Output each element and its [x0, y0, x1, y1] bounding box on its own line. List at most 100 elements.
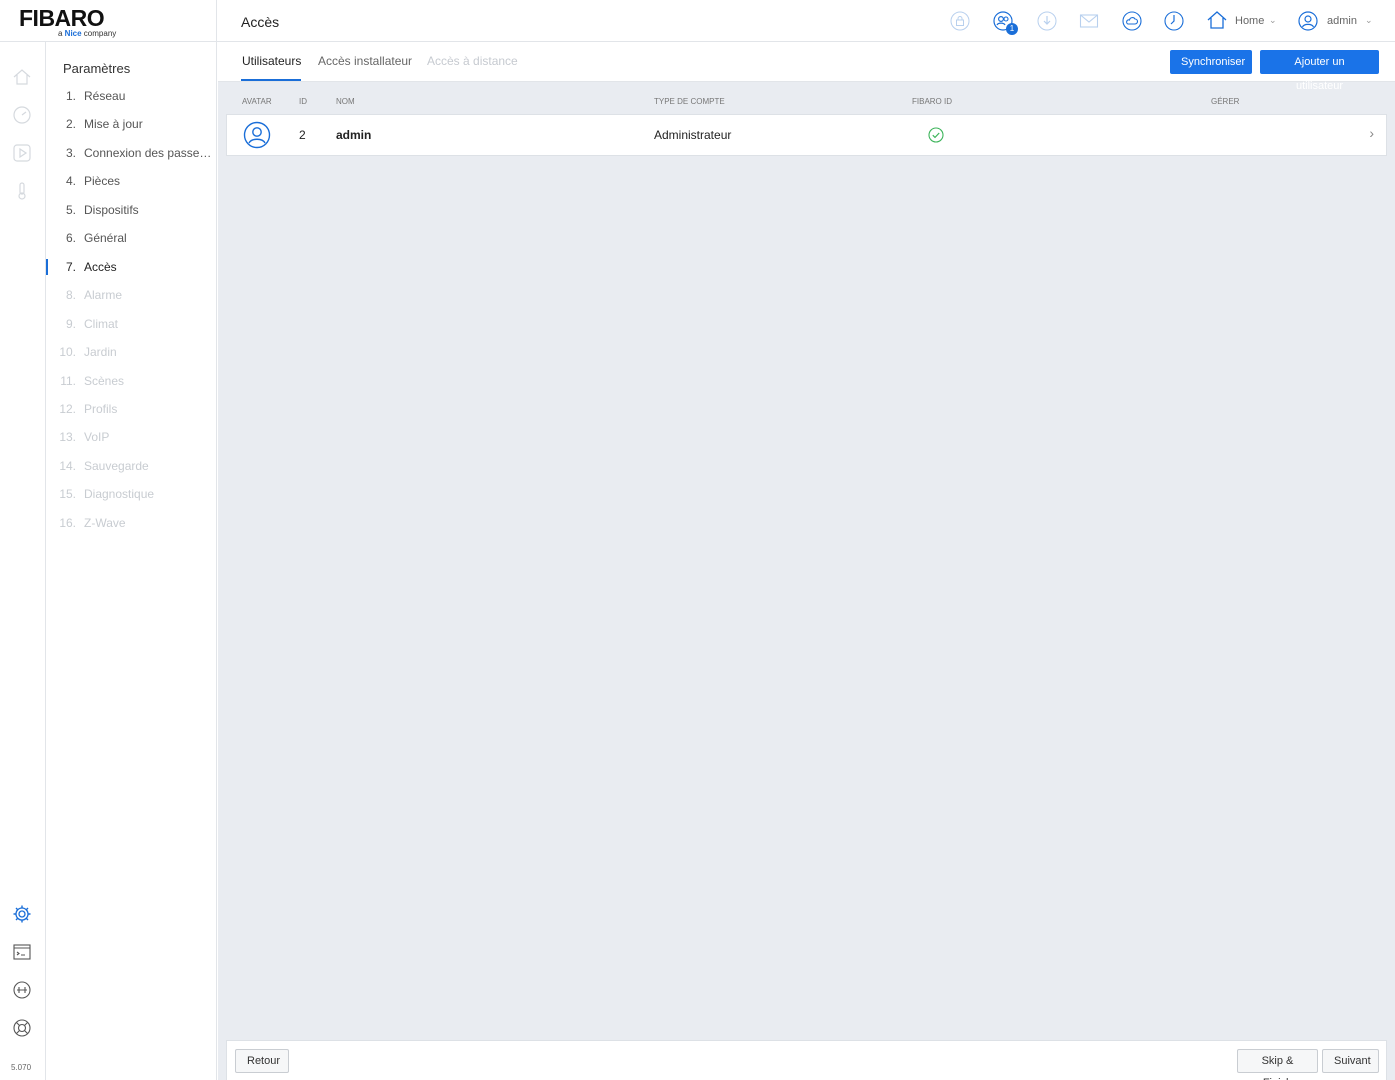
add-user-button[interactable]: Ajouter un utilisateur — [1260, 50, 1379, 92]
settings-nav-item: 9. Climat — [46, 314, 216, 334]
settings-nav-item[interactable]: 3. Connexion des passerelles — [46, 143, 216, 163]
support-lifebuoy-icon[interactable] — [12, 1018, 32, 1038]
top-icons: 1 Home ⌄ admin ⌄ — [217, 0, 1395, 42]
col-account-type: Type de compte — [654, 97, 725, 106]
settings-nav-item[interactable]: 5. Dispositifs — [46, 200, 216, 220]
version-label: 5.070 — [11, 1063, 32, 1072]
col-manage: Gérer — [1211, 97, 1240, 106]
col-name: Nom — [336, 97, 355, 106]
settings-nav-item[interactable]: 7. Accès — [46, 257, 216, 277]
col-id: ID — [299, 97, 307, 106]
col-fibaro-id: Fibaro ID — [912, 97, 953, 106]
settings-nav-item-label: Connexion des passerelles — [84, 145, 212, 160]
settings-nav-item-number: 4. — [65, 174, 76, 189]
settings-nav-item-label: Jardin — [84, 345, 117, 360]
settings-nav-item-number: 5. — [65, 202, 76, 217]
settings-nav-item[interactable]: 2. Mise à jour — [46, 114, 216, 134]
skip-finish-button[interactable]: Skip & Finish — [1237, 1049, 1318, 1080]
settings-nav-item[interactable]: 1. Réseau — [46, 86, 216, 106]
settings-nav-item-number: 11. — [60, 373, 76, 388]
home-icon[interactable] — [12, 67, 32, 87]
scenes-icon[interactable] — [12, 143, 32, 163]
table-row[interactable]: 2 admin Administrateur › — [226, 114, 1387, 156]
settings-gear-icon[interactable] — [12, 904, 32, 924]
settings-nav-item-label: VoIP — [84, 430, 110, 445]
logo-area: FIBARO a Nice company — [0, 0, 217, 42]
settings-nav-item-number: 9. — [65, 316, 76, 331]
settings-nav-item-label: Pièces — [84, 174, 121, 189]
settings-nav-title: Paramètres — [63, 61, 131, 76]
settings-nav-item-label: Z-Wave — [84, 515, 126, 530]
settings-nav-item-number: 10. — [59, 345, 76, 360]
users-icon[interactable]: 1 — [993, 11, 1018, 35]
settings-nav-item: 8. Alarme — [46, 285, 216, 305]
settings-nav-item-label: Profils — [84, 401, 118, 416]
console-icon[interactable] — [12, 942, 32, 962]
settings-nav-item: 16. Z-Wave — [46, 513, 216, 533]
settings-nav-item-number: 14. — [59, 458, 76, 473]
settings-nav-item-label: Dispositifs — [84, 202, 139, 217]
settings-nav-item: 13. VoIP — [46, 427, 216, 447]
settings-nav-item-label: Réseau — [84, 89, 126, 103]
tab-installer-access[interactable]: Accès installateur — [318, 54, 412, 68]
main-content: Utilisateurs Accès installateur Accès à … — [218, 42, 1395, 1080]
user-id: 2 — [299, 128, 306, 142]
tab-remote-access: Accès à distance — [427, 54, 518, 68]
settings-nav-item-label: Scènes — [84, 373, 125, 388]
settings-nav-item-number: 13. — [59, 430, 76, 445]
settings-nav-item-label: Diagnostique — [84, 487, 155, 502]
dashboard-icon[interactable] — [12, 105, 32, 125]
chevron-right-icon[interactable]: › — [1369, 125, 1374, 141]
integrations-icon[interactable] — [12, 980, 32, 1000]
table-header: Avatar ID Nom Type de compte Fibaro ID G… — [226, 94, 1387, 112]
user-account-type: Administrateur — [654, 128, 732, 142]
logo-tagline: a Nice company — [58, 29, 117, 38]
user-avatar-icon — [243, 121, 271, 149]
settings-nav-item: 11. Scènes — [46, 371, 216, 391]
weather-icon[interactable] — [1122, 11, 1142, 31]
settings-nav-item-number: 8. — [65, 288, 76, 303]
settings-nav: Paramètres 1. Réseau 2. Mise à jour 3. Connex… — [46, 42, 217, 1080]
mail-icon[interactable] — [1079, 11, 1099, 31]
fibaro-logo: FIBARO — [19, 5, 105, 31]
clock-icon[interactable] — [1164, 11, 1184, 31]
settings-nav-item-label: Général — [84, 231, 127, 246]
chevron-down-icon[interactable]: ⌄ — [1365, 15, 1373, 26]
settings-nav-item: 12. Profils — [46, 399, 216, 419]
back-button[interactable]: Retour — [235, 1049, 289, 1073]
chevron-down-icon[interactable]: ⌄ — [1269, 15, 1277, 26]
climate-icon[interactable] — [12, 181, 32, 201]
left-rail: 5.070 — [0, 42, 46, 1080]
top-bar: Accès 1 Home ⌄ admin ⌄ — [217, 0, 1395, 42]
lock-icon[interactable] — [950, 11, 970, 31]
settings-nav-item-number: 12. — [59, 401, 76, 416]
settings-nav-item: 10. Jardin — [46, 342, 216, 362]
user-name: admin — [336, 128, 372, 142]
settings-nav-item-label: Accès — [84, 259, 117, 274]
home-selector[interactable]: Home — [1235, 15, 1264, 27]
settings-nav-item[interactable]: 6. Général — [46, 228, 216, 248]
tab-users[interactable]: Utilisateurs — [242, 54, 301, 68]
user-account-icon[interactable] — [1298, 11, 1318, 31]
settings-nav-item[interactable]: 4. Pièces — [46, 171, 216, 191]
settings-nav-item-number: 15. — [59, 487, 76, 502]
active-tab-indicator — [241, 79, 301, 81]
download-icon[interactable] — [1037, 11, 1057, 31]
settings-nav-item-label: Mise à jour — [84, 117, 143, 132]
next-button[interactable]: Suivant — [1322, 1049, 1379, 1073]
settings-nav-item-number: 16. — [59, 515, 76, 530]
settings-nav-item-number: 6. — [65, 231, 76, 246]
sync-button[interactable]: Synchroniser — [1170, 50, 1252, 74]
home-icon[interactable] — [1206, 9, 1228, 31]
settings-nav-item-number: 2. — [65, 117, 76, 132]
user-menu[interactable]: admin — [1327, 15, 1357, 27]
settings-nav-item: 15. Diagnostique — [46, 484, 216, 504]
settings-nav-item-label: Alarme — [84, 288, 123, 303]
settings-nav-item-number: 7. — [65, 259, 76, 274]
wizard-footer: Retour Skip & Finish Suivant — [226, 1040, 1387, 1080]
notification-badge: 1 — [1006, 23, 1018, 35]
tab-bar: Utilisateurs Accès installateur Accès à … — [218, 42, 1395, 92]
settings-nav-item-label: Sauvegarde — [84, 458, 149, 473]
settings-nav-item-number: 1. — [65, 89, 76, 103]
settings-nav-item: 14. Sauvegarde — [46, 456, 216, 476]
